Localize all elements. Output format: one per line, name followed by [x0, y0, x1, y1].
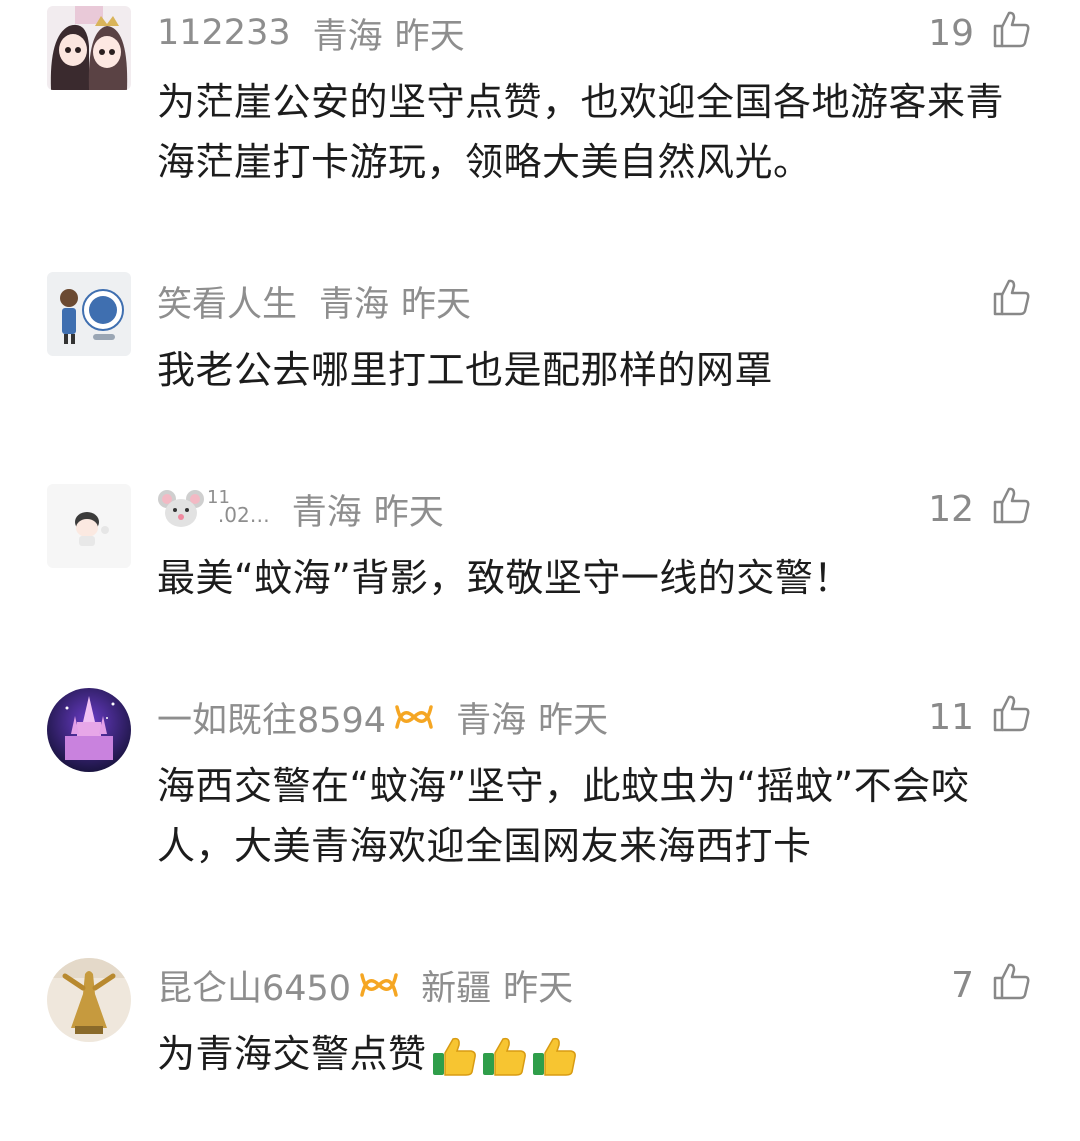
location: 青海 — [456, 700, 527, 741]
timestamp: 昨天 — [503, 968, 574, 1009]
like-count: 19 — [928, 12, 974, 54]
like-button[interactable] — [992, 276, 1032, 326]
avatar[interactable] — [47, 6, 131, 90]
comment-text-row: 为青海交警点赞 — [157, 1024, 1037, 1084]
like-button[interactable]: 7 — [951, 960, 1032, 1010]
username[interactable]: 一如既往8594 — [157, 692, 386, 743]
timestamp: 昨天 — [394, 16, 465, 57]
comment-meta: 11 .02… 青海 昨天 — [157, 484, 444, 534]
thumbs-up-icon — [992, 961, 1032, 1010]
location: 青海 — [312, 16, 383, 57]
username[interactable]: 笑看人生 — [157, 276, 297, 327]
vip-badge-icon — [359, 969, 399, 1001]
location: 新疆 — [421, 968, 492, 1009]
comment-meta: 昆仑山6450 新疆 昨天 — [157, 960, 573, 1010]
username[interactable]: 112233 — [157, 13, 291, 53]
avatar[interactable] — [47, 272, 131, 356]
comment-meta: 112233 青海 昨天 — [157, 8, 465, 58]
mouse-face-emoji — [157, 487, 205, 531]
like-button[interactable]: 19 — [928, 8, 1032, 58]
username[interactable]: 昆仑山6450 — [157, 960, 351, 1011]
thumbs-up-icon — [992, 485, 1032, 534]
like-button[interactable]: 12 — [928, 484, 1032, 534]
like-count: 12 — [928, 488, 974, 530]
comment-text: 我老公去哪里打工也是配那样的网罩 — [157, 348, 774, 392]
avatar[interactable] — [47, 484, 131, 568]
avatar[interactable] — [47, 688, 131, 772]
thumbs-up-emoji-icon — [431, 1035, 581, 1079]
comment-meta: 笑看人生 青海 昨天 — [157, 276, 471, 326]
timestamp: 昨天 — [401, 284, 472, 325]
comment-text: 最美“蚊海”背影，致敬坚守一线的交警！ — [157, 556, 852, 600]
timestamp: 昨天 — [538, 700, 609, 741]
comment-meta: 一如既往8594 青海 昨天 — [157, 692, 608, 742]
location: 青海 — [319, 284, 390, 325]
thumbs-up-icon — [992, 9, 1032, 58]
like-count: 11 — [928, 696, 974, 738]
thumbs-up-icon — [992, 277, 1032, 326]
like-count: 7 — [951, 964, 974, 1006]
vip-badge-icon — [394, 701, 434, 733]
location: 青海 — [291, 492, 362, 533]
timestamp: 昨天 — [373, 492, 444, 533]
username-part[interactable]: .02… — [218, 503, 270, 527]
comment-text: 为茫崖公安的坚守点赞，也欢迎全国各地游客来青海茫崖打卡游玩，领略大美自然风光。 — [157, 80, 1005, 184]
comment-text: 海西交警在“蚊海”坚守，此蚊虫为“摇蚊”不会咬人，大美青海欢迎全国网友来海西打卡 — [157, 764, 970, 868]
comment-text: 为青海交警点赞 — [157, 1032, 427, 1076]
like-button[interactable]: 11 — [928, 692, 1032, 742]
thumbs-up-icon — [992, 693, 1032, 742]
avatar[interactable] — [47, 958, 131, 1042]
